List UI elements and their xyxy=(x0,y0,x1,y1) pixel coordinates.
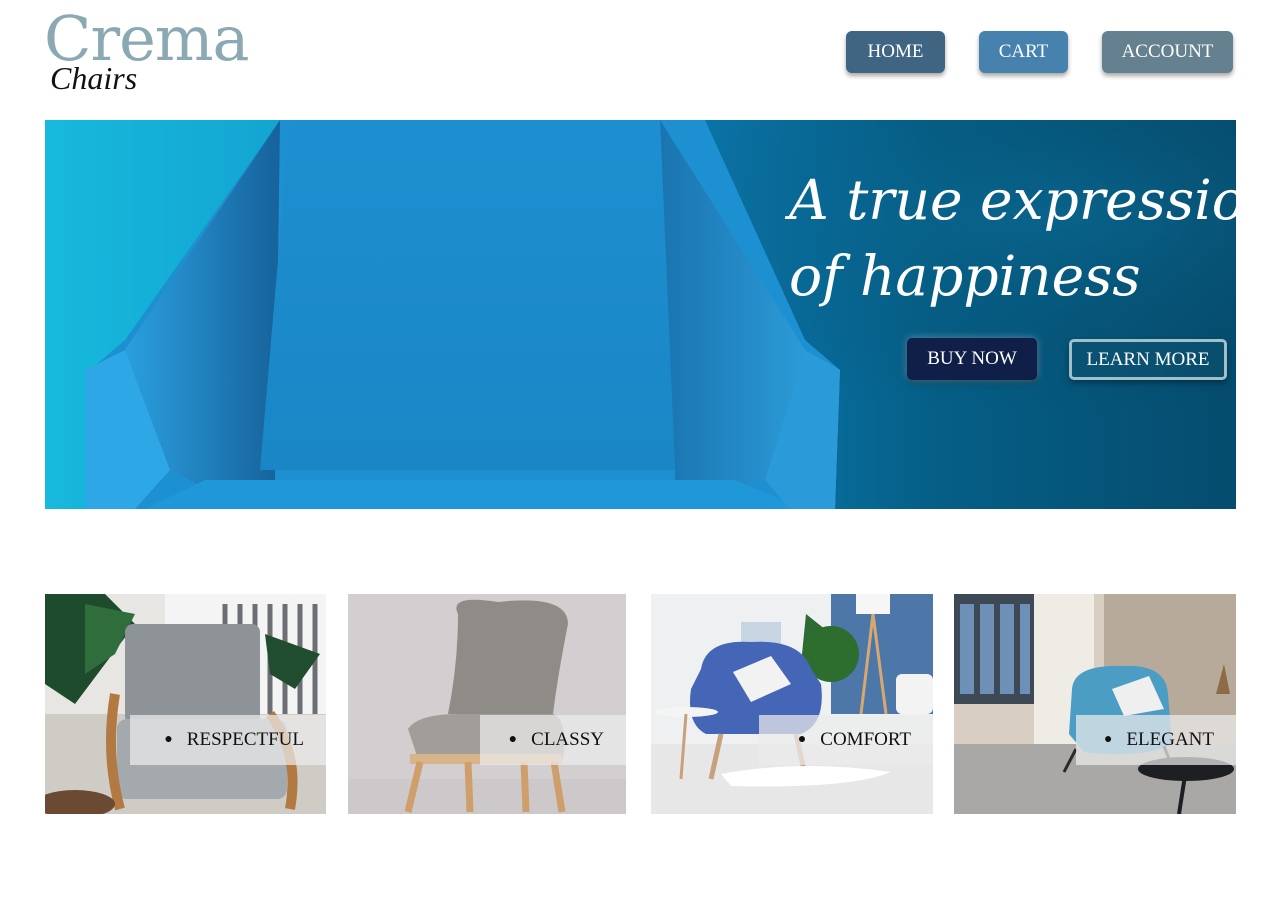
feature-card-classy[interactable]: ● CLASSY xyxy=(348,594,626,814)
classy-chair-image xyxy=(348,594,626,814)
feature-label-classy: ● CLASSY xyxy=(480,715,626,765)
bullet-icon: ● xyxy=(164,732,173,747)
elegant-chair-image xyxy=(954,594,1236,814)
feature-label-respectful: ● RESPECTFUL xyxy=(130,715,326,765)
feature-card-respectful[interactable]: ● RESPECTFUL xyxy=(45,594,326,814)
feature-label-comfort: ● COMFORT xyxy=(759,715,933,765)
hero-headline-line1: A true expression xyxy=(789,168,1236,232)
learn-more-button[interactable]: LEARN MORE xyxy=(1069,339,1227,380)
respectful-chair-image xyxy=(45,594,326,814)
bullet-icon: ● xyxy=(797,732,807,747)
feature-label-text: COMFORT xyxy=(820,729,911,750)
nav-home-button[interactable]: HOME xyxy=(846,31,945,73)
hero-headline: A true expression of happiness xyxy=(789,162,1236,314)
bullet-icon: ● xyxy=(1103,732,1113,747)
feature-label-text: RESPECTFUL xyxy=(186,729,304,750)
logo-subtitle: Chairs xyxy=(50,60,138,96)
bullet-icon: ● xyxy=(508,732,518,747)
logo[interactable]: Crema Chairs xyxy=(44,8,250,98)
buy-now-button[interactable]: BUY NOW xyxy=(907,338,1037,380)
feature-label-elegant: ● ELEGANT xyxy=(1076,715,1236,765)
hero-banner: A true expression of happiness BUY NOW L… xyxy=(45,120,1236,509)
feature-card-elegant[interactable]: ● ELEGANT xyxy=(954,594,1236,814)
feature-label-text: CLASSY xyxy=(531,729,604,750)
nav-account-button[interactable]: ACCOUNT xyxy=(1102,31,1233,73)
feature-label-text: ELEGANT xyxy=(1126,729,1214,750)
hero-headline-line2: of happiness xyxy=(789,244,1141,308)
comfort-chair-image xyxy=(651,594,933,814)
nav-cart-button[interactable]: CART xyxy=(979,31,1068,73)
feature-card-comfort[interactable]: ● COMFORT xyxy=(651,594,933,814)
